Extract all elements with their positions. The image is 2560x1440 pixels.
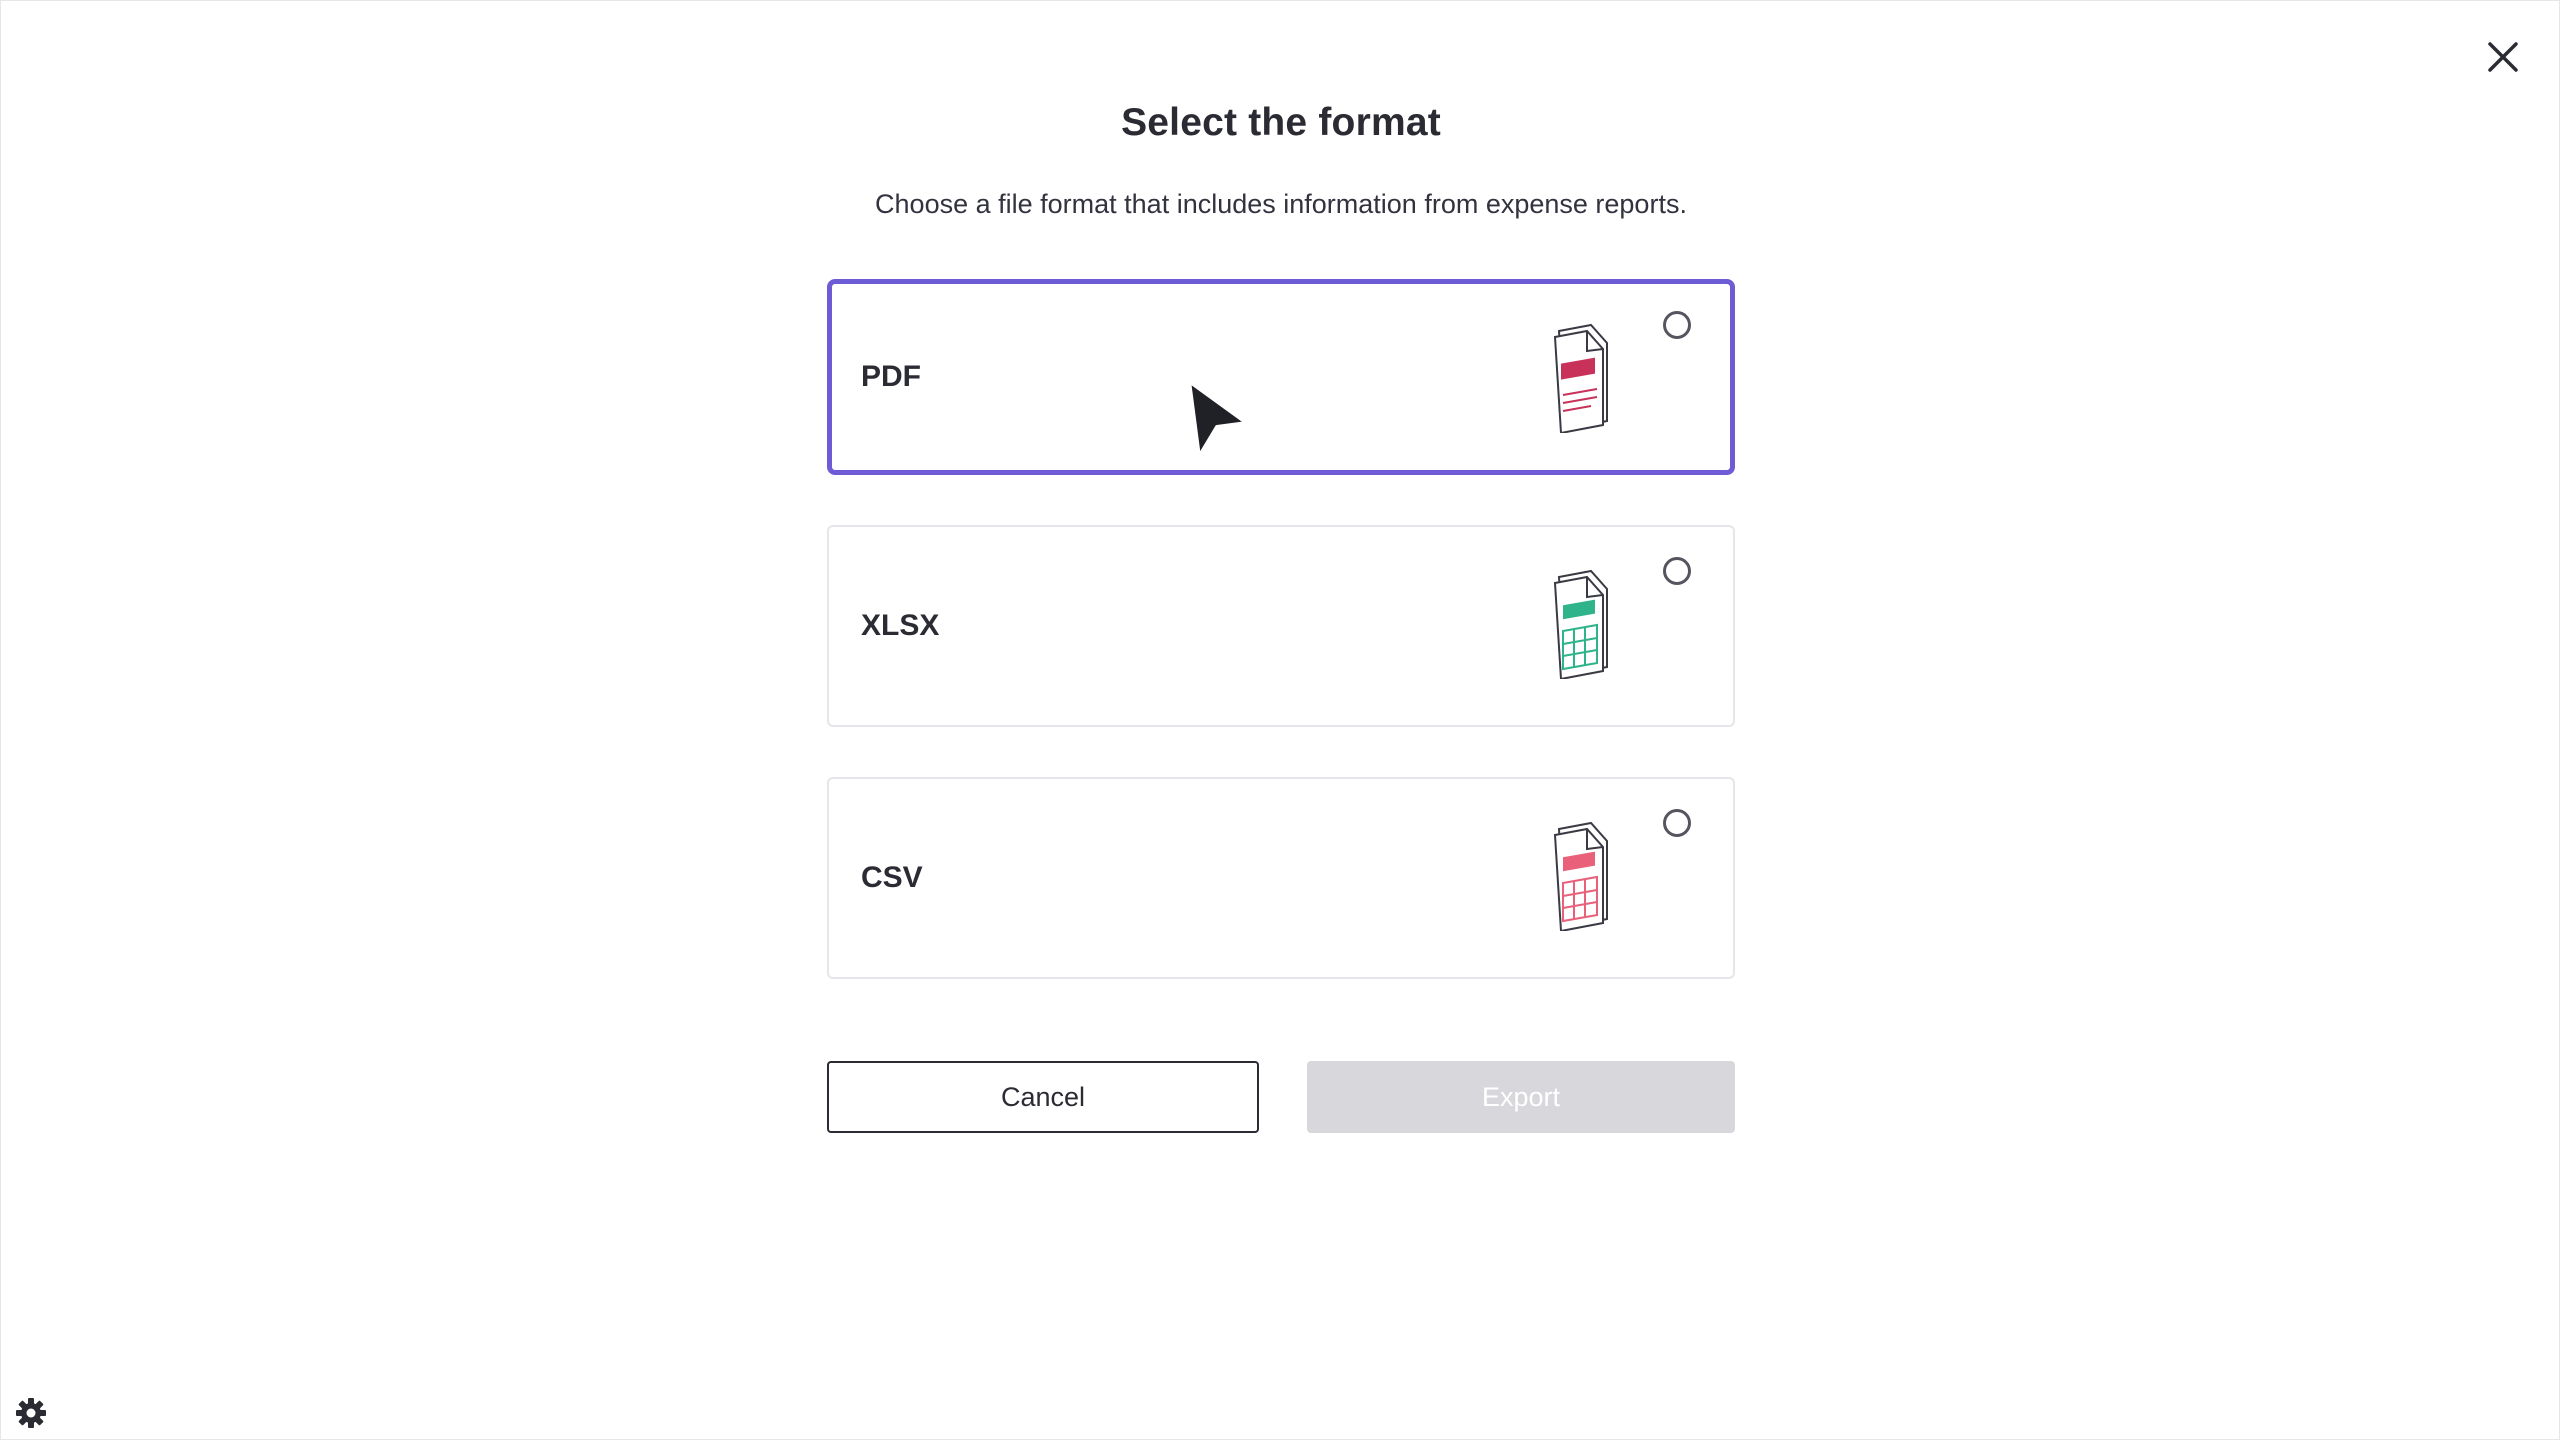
export-format-dialog: Select the format Choose a file format t…	[0, 0, 2560, 1440]
format-radio[interactable]	[1663, 809, 1691, 837]
format-option-pdf[interactable]: PDF	[827, 279, 1735, 475]
option-label: XLSX	[861, 609, 940, 642]
format-option-csv[interactable]: CSV	[827, 777, 1735, 979]
close-button[interactable]	[2479, 33, 2527, 81]
option-label: PDF	[861, 360, 921, 393]
close-icon	[2488, 42, 2518, 72]
format-radio[interactable]	[1663, 311, 1691, 339]
xlsx-file-icon	[1553, 569, 1608, 679]
dialog-title: Select the format	[1121, 101, 1441, 144]
cancel-button[interactable]: Cancel	[827, 1061, 1259, 1133]
pdf-file-icon	[1553, 323, 1608, 433]
gear-icon[interactable]	[15, 1397, 47, 1429]
option-label: CSV	[861, 861, 923, 894]
format-radio[interactable]	[1663, 557, 1691, 585]
dialog-subtitle: Choose a file format that includes infor…	[875, 189, 1687, 219]
format-option-xlsx[interactable]: XLSX	[827, 525, 1735, 727]
export-button[interactable]: Export	[1307, 1061, 1735, 1133]
csv-file-icon	[1553, 821, 1608, 931]
